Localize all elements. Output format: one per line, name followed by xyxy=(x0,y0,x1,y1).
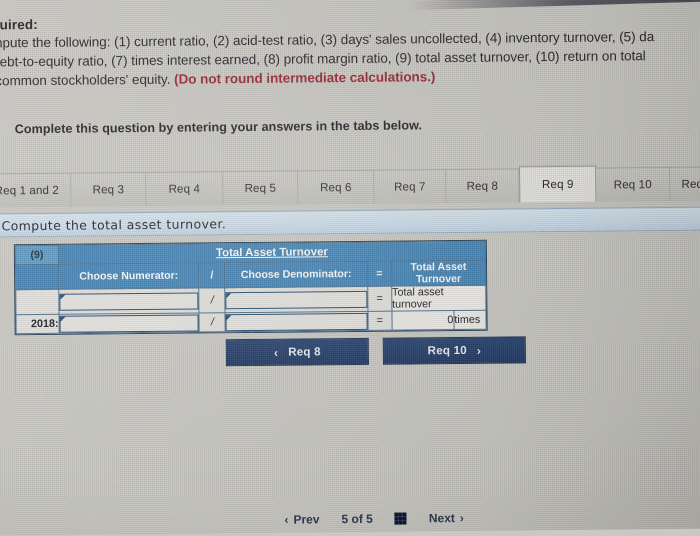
header-equals: = xyxy=(367,261,392,287)
grid-icon xyxy=(394,512,407,525)
complete-question-instruction: Complete this question by entering your … xyxy=(14,118,423,137)
tab-label: Req 8 xyxy=(466,179,499,193)
row-1-result-value: 0 xyxy=(391,310,454,331)
row-0-result: Total asset turnover xyxy=(391,285,486,312)
task-instruction-strip: Compute the total asset turnover. xyxy=(0,206,700,238)
row-0-denominator-cell[interactable] xyxy=(225,286,368,313)
tab-req-7[interactable]: Req 7 xyxy=(374,170,447,204)
prev-requirement-button[interactable]: ‹ Req 8 xyxy=(225,337,369,367)
pager-next-button[interactable]: Next › xyxy=(429,511,464,525)
numerator-dropdown-row-1[interactable] xyxy=(59,313,199,333)
required-line-3-text: n common stockholders' equity. xyxy=(0,71,175,89)
header-spacer-cell xyxy=(15,264,59,290)
header-numerator: Choose Numerator: xyxy=(58,262,200,290)
header-denominator: Choose Denominator: xyxy=(224,261,368,288)
row-1-equals: = xyxy=(367,311,392,331)
pager-grid-view-button[interactable] xyxy=(394,512,407,525)
tab-req-6[interactable]: Req 6 xyxy=(298,170,375,205)
pager-prev-label: Prev xyxy=(293,512,320,527)
tab-req-4[interactable]: Req 4 xyxy=(146,172,224,206)
question-pager: ‹ Prev 5 of 5 Next › xyxy=(284,511,464,527)
requirement-tab-bar: Req 1 and 2 Req 3 Req 4 Req 5 Req 6 Req 7 Req … xyxy=(0,165,700,208)
tab-req-9[interactable]: Req 9 xyxy=(519,165,597,203)
pager-position: 5 of 5 xyxy=(341,511,373,527)
tab-label: Req 9 xyxy=(541,177,574,192)
row-0-slash: / xyxy=(199,287,226,313)
header-slash: / xyxy=(198,262,226,288)
tab-label: Req 4 xyxy=(168,182,201,196)
prev-requirement-label: Req 8 xyxy=(288,345,321,359)
tab-label: Req 5 xyxy=(244,181,277,196)
required-section: equired: ompute the following: (1) curre… xyxy=(0,11,700,91)
next-requirement-label: Req 10 xyxy=(427,343,467,358)
chevron-right-icon: › xyxy=(459,510,464,525)
tab-label: Req 6 xyxy=(319,181,352,195)
tab-label: Req 10 xyxy=(613,178,652,192)
table-row: 2018: / = 0 times xyxy=(15,310,487,334)
row-0-label xyxy=(15,289,60,315)
denominator-dropdown-row-0[interactable] xyxy=(225,290,368,309)
tab-req-10[interactable]: Req 10 xyxy=(596,167,671,202)
row-0-equals: = xyxy=(367,286,392,312)
worksheet-title-text: Total Asset Turnover xyxy=(215,246,328,260)
tab-label: Req 1 and 2 xyxy=(0,183,59,198)
item-number-cell: (9) xyxy=(15,245,59,265)
tab-req-8[interactable]: Req 8 xyxy=(446,169,520,204)
tab-req-5[interactable]: Req 5 xyxy=(223,171,299,206)
chevron-left-icon: ‹ xyxy=(273,345,279,360)
tab-req-1-and-2[interactable]: Req 1 and 2 xyxy=(0,173,72,208)
table-row: / = Total asset turnover xyxy=(15,285,486,315)
row-1-label: 2018: xyxy=(15,314,60,334)
total-asset-turnover-worksheet: (9) Total Asset Turnover Choose Numerato… xyxy=(13,239,488,336)
row-0-numerator-cell[interactable] xyxy=(58,287,200,315)
numerator-dropdown-row-0[interactable] xyxy=(59,291,199,311)
row-1-numerator-cell[interactable] xyxy=(59,312,200,334)
tab-label: Req xyxy=(681,177,700,191)
chevron-right-icon: › xyxy=(476,343,482,358)
pager-next-label: Next xyxy=(428,511,455,526)
row-1-denominator-cell[interactable] xyxy=(225,311,368,332)
next-requirement-button[interactable]: Req 10 › xyxy=(382,336,526,365)
task-instruction-text: Compute the total asset turnover. xyxy=(1,215,227,233)
exam-page: equired: ompute the following: (1) curre… xyxy=(0,0,700,528)
denominator-dropdown-row-1[interactable] xyxy=(225,312,368,331)
tab-req-3[interactable]: Req 3 xyxy=(71,172,147,207)
requirement-navigation: ‹ Req 8 Req 10 › xyxy=(225,336,526,367)
tab-label: Req 3 xyxy=(92,183,125,197)
row-1-result-unit: times xyxy=(453,310,487,330)
no-rounding-note: (Do not round intermediate calculations.… xyxy=(174,69,436,87)
row-1-slash: / xyxy=(199,312,226,332)
header-result: Total Asset Turnover xyxy=(391,260,486,287)
tab-req[interactable]: Req xyxy=(670,167,700,201)
tab-label: Req 7 xyxy=(393,180,426,194)
